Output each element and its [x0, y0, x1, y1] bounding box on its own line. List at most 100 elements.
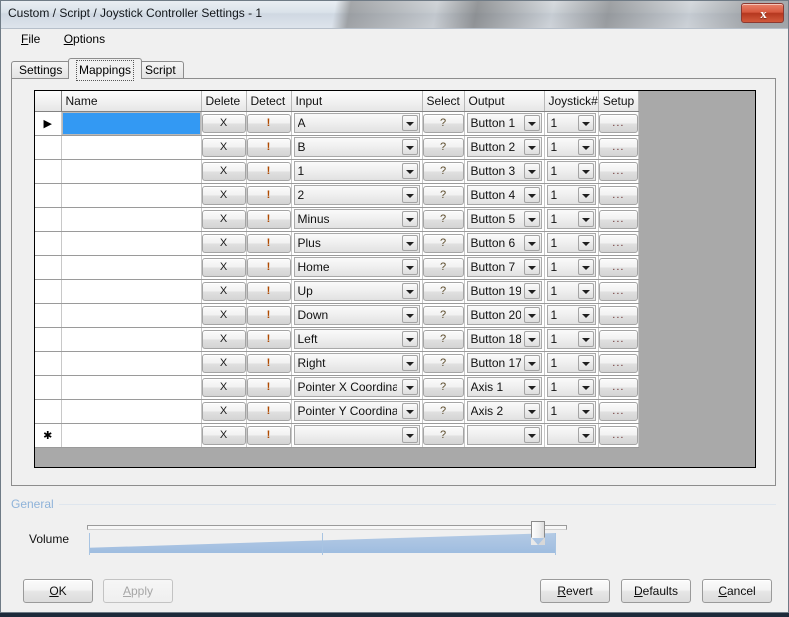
chevron-down-icon[interactable]: [401, 187, 418, 203]
row-marker[interactable]: [35, 255, 62, 280]
delete-button[interactable]: X: [201, 305, 246, 325]
setup-button[interactable]: ...: [598, 401, 638, 421]
joystick-combobox[interactable]: 1: [546, 329, 596, 349]
chevron-down-icon[interactable]: [523, 115, 540, 131]
chevron-down-icon[interactable]: [523, 283, 540, 299]
name-cell[interactable]: [61, 303, 202, 328]
row-marker-current[interactable]: ▶: [35, 111, 62, 136]
table-row[interactable]: X! Pointer X Coordinate? Axis 1 1...: [35, 375, 639, 400]
input-combobox[interactable]: 1: [293, 161, 420, 181]
output-combobox[interactable]: Button 2: [466, 137, 542, 157]
column-header-select[interactable]: Select: [422, 91, 465, 112]
input-combobox[interactable]: Pointer Y Coordinate: [293, 401, 420, 421]
detect-button[interactable]: !: [246, 425, 291, 445]
name-cell[interactable]: [61, 327, 202, 352]
delete-button[interactable]: X: [201, 233, 246, 253]
joystick-combobox[interactable]: 1: [546, 185, 596, 205]
setup-button[interactable]: ...: [598, 329, 638, 349]
select-button[interactable]: ?: [422, 425, 464, 445]
select-button[interactable]: ?: [422, 209, 464, 229]
setup-button[interactable]: ...: [598, 185, 638, 205]
setup-button[interactable]: ...: [598, 113, 638, 133]
joystick-combobox[interactable]: 1: [546, 209, 596, 229]
defaults-button[interactable]: Defaults: [621, 579, 691, 603]
chevron-down-icon[interactable]: [523, 259, 540, 275]
output-combobox[interactable]: [466, 425, 542, 445]
setup-button[interactable]: ...: [598, 425, 638, 445]
cancel-button[interactable]: Cancel: [702, 579, 772, 603]
delete-button[interactable]: X: [201, 353, 246, 373]
delete-button[interactable]: X: [201, 113, 246, 133]
column-header-input[interactable]: Input: [291, 91, 423, 112]
chevron-down-icon[interactable]: [401, 355, 418, 371]
output-combobox[interactable]: Button 7: [466, 257, 542, 277]
input-combobox[interactable]: Plus: [293, 233, 420, 253]
output-combobox[interactable]: Button 18: [466, 329, 542, 349]
tab-script[interactable]: Script: [137, 61, 184, 78]
column-header-joystick[interactable]: Joystick#: [544, 91, 599, 112]
chevron-down-icon[interactable]: [523, 211, 540, 227]
table-row[interactable]: X! Down? Button 20 1...: [35, 303, 639, 328]
name-cell[interactable]: [61, 351, 202, 376]
detect-button[interactable]: !: [246, 113, 291, 133]
chevron-down-icon[interactable]: [523, 427, 540, 443]
row-marker[interactable]: [35, 159, 62, 184]
select-button[interactable]: ?: [422, 257, 464, 277]
delete-button[interactable]: X: [201, 425, 246, 445]
detect-button[interactable]: !: [246, 305, 291, 325]
column-header-detect[interactable]: Detect: [246, 91, 292, 112]
name-cell[interactable]: [61, 111, 202, 136]
output-combobox[interactable]: Button 17: [466, 353, 542, 373]
table-row[interactable]: X! 2? Button 4 1...: [35, 183, 639, 208]
row-marker[interactable]: [35, 207, 62, 232]
delete-button[interactable]: X: [201, 209, 246, 229]
chevron-down-icon[interactable]: [523, 403, 540, 419]
row-marker[interactable]: [35, 183, 62, 208]
table-row[interactable]: X! Minus? Button 5 1...: [35, 207, 639, 232]
delete-button[interactable]: X: [201, 401, 246, 421]
setup-button[interactable]: ...: [598, 305, 638, 325]
output-combobox[interactable]: Axis 2: [466, 401, 542, 421]
chevron-down-icon[interactable]: [577, 427, 594, 443]
detect-button[interactable]: !: [246, 401, 291, 421]
output-combobox[interactable]: Button 3: [466, 161, 542, 181]
chevron-down-icon[interactable]: [401, 331, 418, 347]
volume-slider-thumb[interactable]: [531, 521, 545, 547]
joystick-combobox[interactable]: 1: [546, 377, 596, 397]
chevron-down-icon[interactable]: [577, 187, 594, 203]
detect-button[interactable]: !: [246, 137, 291, 157]
select-button[interactable]: ?: [422, 401, 464, 421]
name-cell[interactable]: [61, 207, 202, 232]
input-combobox[interactable]: Minus: [293, 209, 420, 229]
row-marker[interactable]: [35, 135, 62, 160]
setup-button[interactable]: ...: [598, 233, 638, 253]
input-combobox[interactable]: Home: [293, 257, 420, 277]
detect-button[interactable]: !: [246, 377, 291, 397]
select-button[interactable]: ?: [422, 113, 464, 133]
name-cell[interactable]: [61, 399, 202, 424]
detect-button[interactable]: !: [246, 233, 291, 253]
detect-button[interactable]: !: [246, 209, 291, 229]
select-button[interactable]: ?: [422, 377, 464, 397]
setup-button[interactable]: ...: [598, 161, 638, 181]
row-marker[interactable]: [35, 303, 62, 328]
column-header-name[interactable]: Name: [61, 91, 202, 112]
row-marker[interactable]: [35, 279, 62, 304]
input-combobox[interactable]: 2: [293, 185, 420, 205]
table-row[interactable]: ✱ X!?...: [35, 423, 639, 448]
joystick-combobox[interactable]: 1: [546, 233, 596, 253]
name-cell[interactable]: [61, 375, 202, 400]
name-cell[interactable]: [61, 231, 202, 256]
setup-button[interactable]: ...: [598, 281, 638, 301]
chevron-down-icon[interactable]: [523, 355, 540, 371]
chevron-down-icon[interactable]: [577, 211, 594, 227]
chevron-down-icon[interactable]: [401, 307, 418, 323]
volume-slider[interactable]: [87, 521, 567, 557]
input-combobox[interactable]: Down: [293, 305, 420, 325]
apply-button[interactable]: Apply: [103, 579, 173, 603]
chevron-down-icon[interactable]: [577, 379, 594, 395]
chevron-down-icon[interactable]: [577, 259, 594, 275]
chevron-down-icon[interactable]: [401, 115, 418, 131]
column-header-setup[interactable]: Setup: [598, 91, 639, 112]
delete-button[interactable]: X: [201, 185, 246, 205]
